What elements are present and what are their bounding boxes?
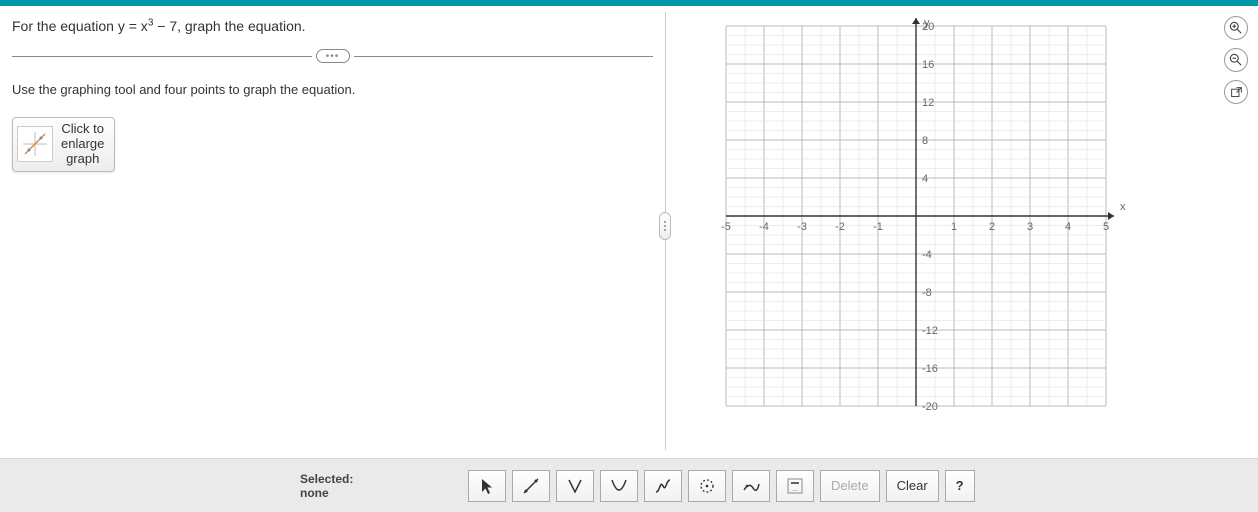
svg-text:---: ---	[792, 488, 798, 494]
svg-text:-4: -4	[922, 249, 932, 261]
fraction-tool[interactable]: ---	[776, 470, 814, 502]
svg-text:-8: -8	[922, 287, 932, 299]
svg-text:-4: -4	[759, 221, 769, 233]
svg-text:4: 4	[1065, 221, 1071, 233]
svg-text:12: 12	[922, 97, 934, 109]
divider-line	[354, 56, 654, 57]
svg-text:-1: -1	[873, 221, 883, 233]
graph-thumbnail-icon	[17, 126, 53, 162]
question-suffix: − 7, graph the equation.	[153, 18, 305, 34]
svg-text:-12: -12	[922, 325, 938, 337]
selected-value: none	[300, 486, 353, 500]
enlarge-line3: graph	[66, 151, 99, 166]
coordinate-grid[interactable]: -5-4-3-2-11234520161284-4-8-12-16-20xy	[706, 16, 1126, 416]
svg-text:y: y	[924, 17, 930, 29]
cubic-tool[interactable]	[644, 470, 682, 502]
svg-text:8: 8	[922, 135, 928, 147]
svg-text:16: 16	[922, 59, 934, 71]
instruction-text: Use the graphing tool and four points to…	[12, 82, 653, 97]
svg-text:1: 1	[951, 221, 957, 233]
svg-text:-20: -20	[922, 401, 938, 413]
selected-label: Selected:	[300, 472, 353, 486]
zoom-out-button[interactable]	[1224, 48, 1248, 72]
svg-text:3: 3	[1027, 221, 1033, 233]
svg-text:5: 5	[1103, 221, 1109, 233]
enlarge-line2: enlarge	[61, 136, 104, 151]
question-text: For the equation y = x3 − 7, graph the e…	[12, 18, 653, 34]
zoom-in-button[interactable]	[1224, 16, 1248, 40]
point-tool[interactable]	[732, 470, 770, 502]
help-button[interactable]: ?	[945, 470, 975, 502]
enlarge-line1: Click to	[61, 121, 104, 136]
enlarge-graph-button[interactable]: Click to enlarge graph	[12, 117, 115, 172]
main-content: For the equation y = x 3 − 7, graph the e…	[0, 6, 1258, 458]
selection-status: Selected: none	[300, 472, 353, 500]
delete-button[interactable]: Delete	[820, 470, 880, 502]
parabola-tool[interactable]	[600, 470, 638, 502]
svg-text:-16: -16	[922, 363, 938, 375]
graph-toolbar: Selected: none --- Delete Clear ?	[0, 458, 1258, 512]
question-prefix: For the equation y = x	[12, 18, 148, 34]
svg-text:-2: -2	[835, 221, 845, 233]
more-options-button[interactable]: •••	[316, 49, 350, 63]
svg-text:2: 2	[989, 221, 995, 233]
divider-line	[12, 56, 312, 57]
tool-buttons: --- Delete Clear ?	[468, 470, 975, 502]
divider: •••	[12, 48, 653, 64]
enlarge-label: Click to enlarge graph	[61, 122, 104, 167]
question-pane: For the equation y = x3 − 7, graph the e…	[0, 6, 665, 458]
svg-text:-3: -3	[797, 221, 807, 233]
svg-text:x: x	[1120, 201, 1126, 213]
clear-button[interactable]: Clear	[886, 470, 939, 502]
popout-button[interactable]	[1224, 80, 1248, 104]
svg-text:-5: -5	[721, 221, 731, 233]
line-tool[interactable]	[512, 470, 550, 502]
pointer-tool[interactable]	[468, 470, 506, 502]
svg-text:4: 4	[922, 173, 928, 185]
circle-tool[interactable]	[688, 470, 726, 502]
absolute-value-tool[interactable]	[556, 470, 594, 502]
graph-view-tools	[1224, 16, 1248, 104]
graph-panel: -5-4-3-2-11234520161284-4-8-12-16-20xy	[666, 6, 1258, 458]
